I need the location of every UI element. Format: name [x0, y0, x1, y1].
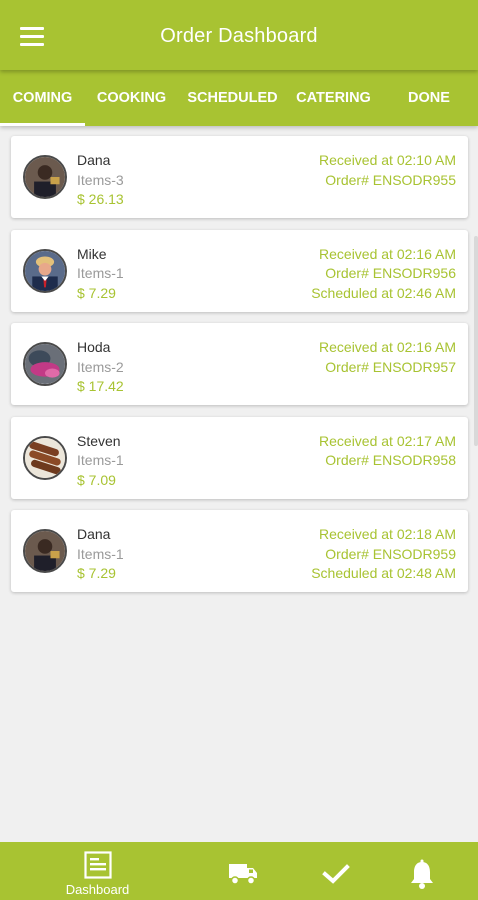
customer-avatar: [23, 155, 67, 199]
order-total: $ 17.42: [77, 378, 124, 394]
order-number: Order# ENSODR955: [325, 171, 456, 188]
dashboard-icon: [84, 851, 112, 879]
customer-name: Steven: [77, 432, 121, 449]
order-list: Dana Items-3 $ 26.13 Received at 02:10 A…: [11, 136, 468, 604]
app-bar: Order Dashboard: [0, 0, 478, 70]
customer-name: Mike: [77, 245, 107, 262]
tab-scheduled[interactable]: SCHEDULED: [178, 70, 287, 126]
checkmark-icon: [322, 864, 350, 884]
item-count: Items-1: [77, 452, 124, 468]
scheduled-time: Scheduled at 02:46 AM: [311, 284, 456, 301]
received-time: Received at 02:16 AM: [319, 245, 456, 262]
customer-avatar: [23, 248, 67, 293]
tab-cooking[interactable]: COOKING: [85, 70, 178, 126]
customer-avatar: [23, 529, 67, 573]
tab-done[interactable]: DONE: [380, 70, 478, 126]
tab-catering[interactable]: CATERING: [287, 70, 380, 126]
nav-dashboard[interactable]: Dashboard: [0, 842, 195, 900]
order-number: Order# ENSODR956: [325, 265, 456, 281]
order-total: $ 7.29: [77, 565, 116, 581]
nav-dashboard-label: Dashboard: [65, 882, 130, 897]
customer-name: Dana: [77, 152, 111, 168]
received-time: Received at 02:16 AM: [319, 339, 456, 355]
order-status-tabs: COMING COOKING SCHEDULED CATERING DONE: [0, 70, 478, 126]
customer-name: Dana: [77, 526, 111, 542]
received-time: Received at 02:10 AM: [319, 152, 456, 168]
tab-coming[interactable]: COMING: [0, 70, 85, 126]
order-number: Order# ENSODR958: [325, 452, 456, 468]
order-card[interactable]: Dana Items-3 $ 26.13 Received at 02:10 A…: [11, 136, 468, 218]
customer-name: Hoda: [77, 339, 111, 355]
received-time: Received at 02:17 AM: [319, 432, 456, 449]
nav-delivery[interactable]: [195, 842, 290, 900]
scroll-edge: [474, 236, 478, 446]
nav-completed[interactable]: [290, 842, 384, 900]
order-number: Order# ENSODR957: [325, 358, 456, 375]
item-count: Items-1: [77, 545, 124, 562]
order-total: $ 26.13: [77, 191, 124, 207]
customer-avatar: [23, 435, 67, 480]
scheduled-time: Scheduled at 02:48 AM: [311, 565, 456, 581]
order-total: $ 7.09: [77, 471, 116, 488]
order-card[interactable]: Dana Items-1 $ 7.29 Received at 02:18 AM…: [11, 510, 468, 592]
customer-avatar: [23, 342, 67, 386]
order-total: $ 7.29: [77, 284, 116, 301]
item-count: Items-3: [77, 171, 124, 188]
item-count: Items-2: [77, 358, 124, 375]
order-number: Order# ENSODR959: [325, 545, 456, 562]
bottom-navigation: Dashboard: [0, 842, 478, 900]
item-count: Items-1: [77, 265, 124, 281]
order-card[interactable]: Mike Items-1 $ 7.29 Received at 02:16 AM…: [11, 229, 468, 312]
received-time: Received at 02:18 AM: [319, 526, 456, 542]
page-title: Order Dashboard: [160, 25, 318, 47]
order-card[interactable]: Steven Items-1 $ 7.09 Received at 02:17 …: [11, 416, 468, 499]
order-card[interactable]: Hoda Items-2 $ 17.42 Received at 02:16 A…: [11, 323, 468, 405]
nav-notifications[interactable]: [384, 842, 478, 900]
bell-icon: [411, 859, 433, 889]
delivery-truck-icon: [229, 864, 257, 885]
